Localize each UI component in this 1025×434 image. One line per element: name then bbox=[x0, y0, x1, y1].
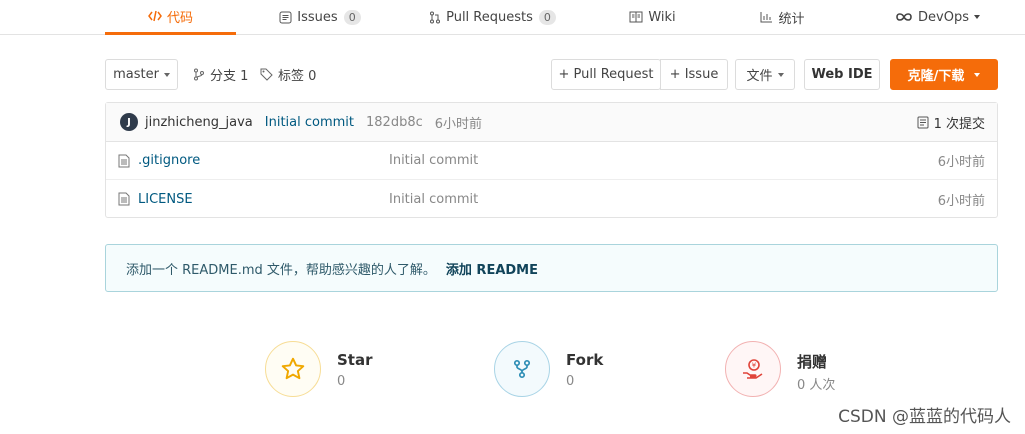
file-row: LICENSE Initial commit 6小时前 bbox=[106, 180, 997, 218]
code-icon bbox=[148, 10, 162, 22]
fork-icon[interactable] bbox=[494, 341, 550, 397]
branch-select-label: master bbox=[113, 67, 159, 82]
fork-stat[interactable]: Fork 0 bbox=[494, 341, 644, 397]
tag-icon bbox=[260, 68, 273, 81]
file-name-link[interactable]: .gitignore bbox=[138, 153, 200, 168]
file-list: J jinzhicheng_java Initial commit 182db8… bbox=[105, 102, 998, 218]
repo-tabs: 代码 Issues 0 Pull Requests 0 Wiki 统计 DevO… bbox=[0, 0, 1025, 35]
donate-label: 捐赠 bbox=[797, 353, 828, 371]
tags-label: 标签 0 bbox=[278, 69, 317, 84]
add-readme-link[interactable]: 添加 README bbox=[446, 259, 538, 278]
file-dropdown-button[interactable]: 文件 bbox=[735, 59, 795, 90]
watermark-text: CSDN @蓝蓝的代码人 bbox=[838, 407, 1011, 427]
file-commit-message[interactable]: Initial commit bbox=[389, 153, 478, 168]
file-row: .gitignore Initial commit 6小时前 bbox=[106, 142, 997, 180]
tab-pull-requests-label: Pull Requests bbox=[446, 9, 533, 25]
tab-stats[interactable]: 统计 bbox=[745, 0, 820, 34]
tab-devops-label: DevOps bbox=[918, 9, 969, 25]
tab-code[interactable]: 代码 bbox=[105, 0, 236, 35]
donate-count: 0 人次 bbox=[797, 378, 836, 393]
readme-notice: 添加一个 README.md 文件，帮助感兴趣的人了解。 添加 README bbox=[105, 244, 998, 292]
commit-count-link[interactable]: 1 次提交 bbox=[917, 103, 985, 142]
tab-wiki-label: Wiki bbox=[648, 9, 676, 25]
branch-icon bbox=[193, 68, 205, 81]
tab-issues-label: Issues bbox=[297, 9, 338, 25]
commit-hash[interactable]: 182db8c bbox=[366, 115, 423, 130]
file-commit-time: 6小时前 bbox=[937, 193, 985, 209]
chevron-down-icon bbox=[973, 15, 980, 19]
web-ide-label: Web IDE bbox=[811, 67, 873, 82]
issue-icon bbox=[279, 11, 292, 24]
pull-request-icon bbox=[429, 11, 441, 24]
file-name-link[interactable]: LICENSE bbox=[138, 192, 193, 207]
avatar[interactable]: J bbox=[120, 113, 138, 131]
star-label: Star bbox=[337, 351, 373, 369]
tab-devops[interactable]: DevOps bbox=[880, 0, 995, 34]
chevron-down-icon bbox=[974, 72, 981, 77]
clone-download-label: 克隆/下载 bbox=[907, 69, 965, 84]
new-issue-button[interactable]: + Issue bbox=[660, 59, 728, 90]
donate-icon[interactable]: ¥ bbox=[725, 341, 781, 397]
latest-commit-bar: J jinzhicheng_java Initial commit 182db8… bbox=[106, 103, 997, 142]
branches-label: 分支 1 bbox=[210, 69, 249, 84]
chevron-down-icon bbox=[777, 72, 784, 77]
commit-time: 6小时前 bbox=[434, 116, 483, 132]
chevron-down-icon bbox=[163, 72, 170, 77]
file-icon bbox=[118, 154, 130, 168]
branch-select[interactable]: master bbox=[105, 59, 178, 90]
tab-stats-label: 统计 bbox=[778, 11, 805, 27]
star-icon[interactable] bbox=[265, 341, 321, 397]
wiki-icon bbox=[629, 11, 643, 23]
fork-label: Fork bbox=[566, 351, 604, 369]
star-stat[interactable]: Star 0 bbox=[265, 341, 415, 397]
file-icon bbox=[118, 192, 130, 206]
branches-link[interactable]: 分支 1 bbox=[193, 60, 248, 89]
commits-icon bbox=[917, 116, 929, 129]
donate-stat[interactable]: ¥ 捐赠 0 人次 bbox=[725, 341, 875, 397]
commit-count-label: 1 次提交 bbox=[933, 117, 985, 132]
new-pull-request-label: + Pull Request bbox=[558, 67, 654, 82]
tab-pull-requests[interactable]: Pull Requests 0 bbox=[420, 0, 565, 34]
tags-link[interactable]: 标签 0 bbox=[260, 60, 316, 89]
svg-text:¥: ¥ bbox=[752, 362, 757, 370]
commit-message[interactable]: Initial commit bbox=[265, 115, 354, 130]
new-pull-request-button[interactable]: + Pull Request bbox=[551, 59, 661, 90]
stats-icon bbox=[760, 11, 773, 23]
file-commit-message[interactable]: Initial commit bbox=[389, 192, 478, 207]
clone-download-button[interactable]: 克隆/下载 bbox=[890, 59, 998, 90]
new-issue-label: + Issue bbox=[669, 67, 719, 82]
pull-requests-count-badge: 0 bbox=[538, 9, 556, 25]
tab-wiki[interactable]: Wiki bbox=[615, 0, 690, 34]
file-commit-time: 6小时前 bbox=[937, 155, 985, 170]
star-count: 0 bbox=[337, 374, 346, 389]
fork-count: 0 bbox=[566, 374, 575, 389]
file-dropdown-label: 文件 bbox=[746, 69, 773, 84]
devops-icon bbox=[895, 12, 913, 22]
readme-notice-text: 添加一个 README.md 文件，帮助感兴趣的人了解。 bbox=[126, 262, 436, 278]
commit-author[interactable]: jinzhicheng_java bbox=[145, 115, 253, 130]
web-ide-button[interactable]: Web IDE bbox=[804, 59, 880, 90]
tab-issues[interactable]: Issues 0 bbox=[265, 0, 375, 34]
tab-code-label: 代码 bbox=[166, 10, 193, 26]
issues-count-badge: 0 bbox=[343, 9, 361, 25]
